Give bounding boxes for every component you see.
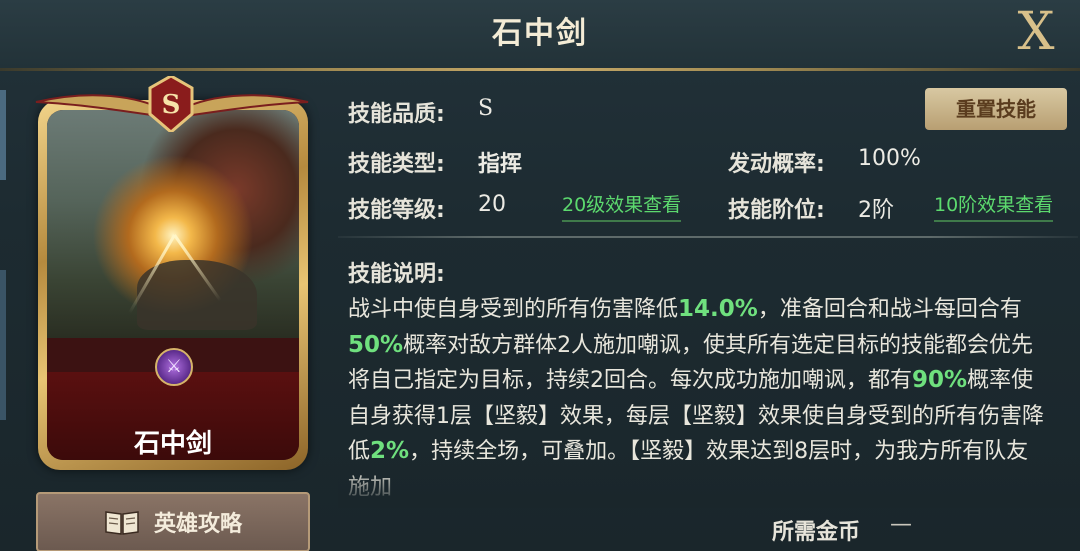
skill-artwork (47, 110, 299, 338)
tier-effect-link[interactable]: 10阶效果查看 (934, 190, 1054, 222)
section-divider (338, 236, 1078, 238)
desc-highlight: 90% (912, 367, 968, 393)
trigger-rate-value: 100% (858, 146, 921, 171)
side-edge-bar (0, 90, 6, 180)
close-button[interactable]: X (1006, 2, 1066, 62)
desc-highlight: 50% (348, 331, 404, 358)
desc-highlight: 14.0% (678, 296, 758, 322)
desc-highlight: 2% (370, 438, 410, 464)
hero-guide-label: 英雄攻略 (153, 512, 242, 537)
gold-cost-label: 所需金币 (772, 520, 861, 545)
desc-text: ，准备回合和战斗每回合有 (757, 297, 1022, 322)
quality-badge-letter: S (161, 90, 181, 120)
level-label: 技能等级: (348, 198, 445, 223)
quality-value: S (478, 96, 494, 121)
quality-label: 技能品质: (348, 102, 445, 127)
book-icon (105, 511, 139, 535)
level-effect-link[interactable]: 20级效果查看 (562, 190, 682, 222)
reset-skill-button[interactable]: 重置技能 (925, 88, 1067, 130)
gold-cost-value: — (890, 512, 912, 537)
sword-emblem-icon: ⚔ (155, 348, 193, 386)
desc-text: 战斗中使自身受到的所有伤害降低 (348, 297, 679, 322)
tier-label: 技能阶位: (728, 198, 825, 223)
tier-value: 2阶 (858, 198, 894, 223)
skill-card: ⚔ 石中剑 S (28, 76, 316, 476)
header-divider (0, 68, 1080, 71)
page-title: 石中剑 (492, 16, 588, 51)
description-label: 技能说明: (348, 262, 445, 287)
card-inner: ⚔ 石中剑 (47, 110, 299, 460)
description-fade (338, 468, 1080, 508)
skill-detail-screen: 石中剑 X ⚔ 石中剑 S 英雄攻略 技能品质: S 重置技能 技能类型: 指挥… (0, 0, 1080, 551)
side-edge-bar (0, 270, 6, 420)
type-value: 指挥 (478, 152, 523, 177)
level-value: 20 (478, 192, 506, 217)
card-name: 石中剑 (133, 429, 212, 459)
hero-guide-button[interactable]: 英雄攻略 (36, 492, 310, 551)
trigger-rate-label: 发动概率: (728, 152, 825, 177)
type-label: 技能类型: (348, 152, 445, 177)
